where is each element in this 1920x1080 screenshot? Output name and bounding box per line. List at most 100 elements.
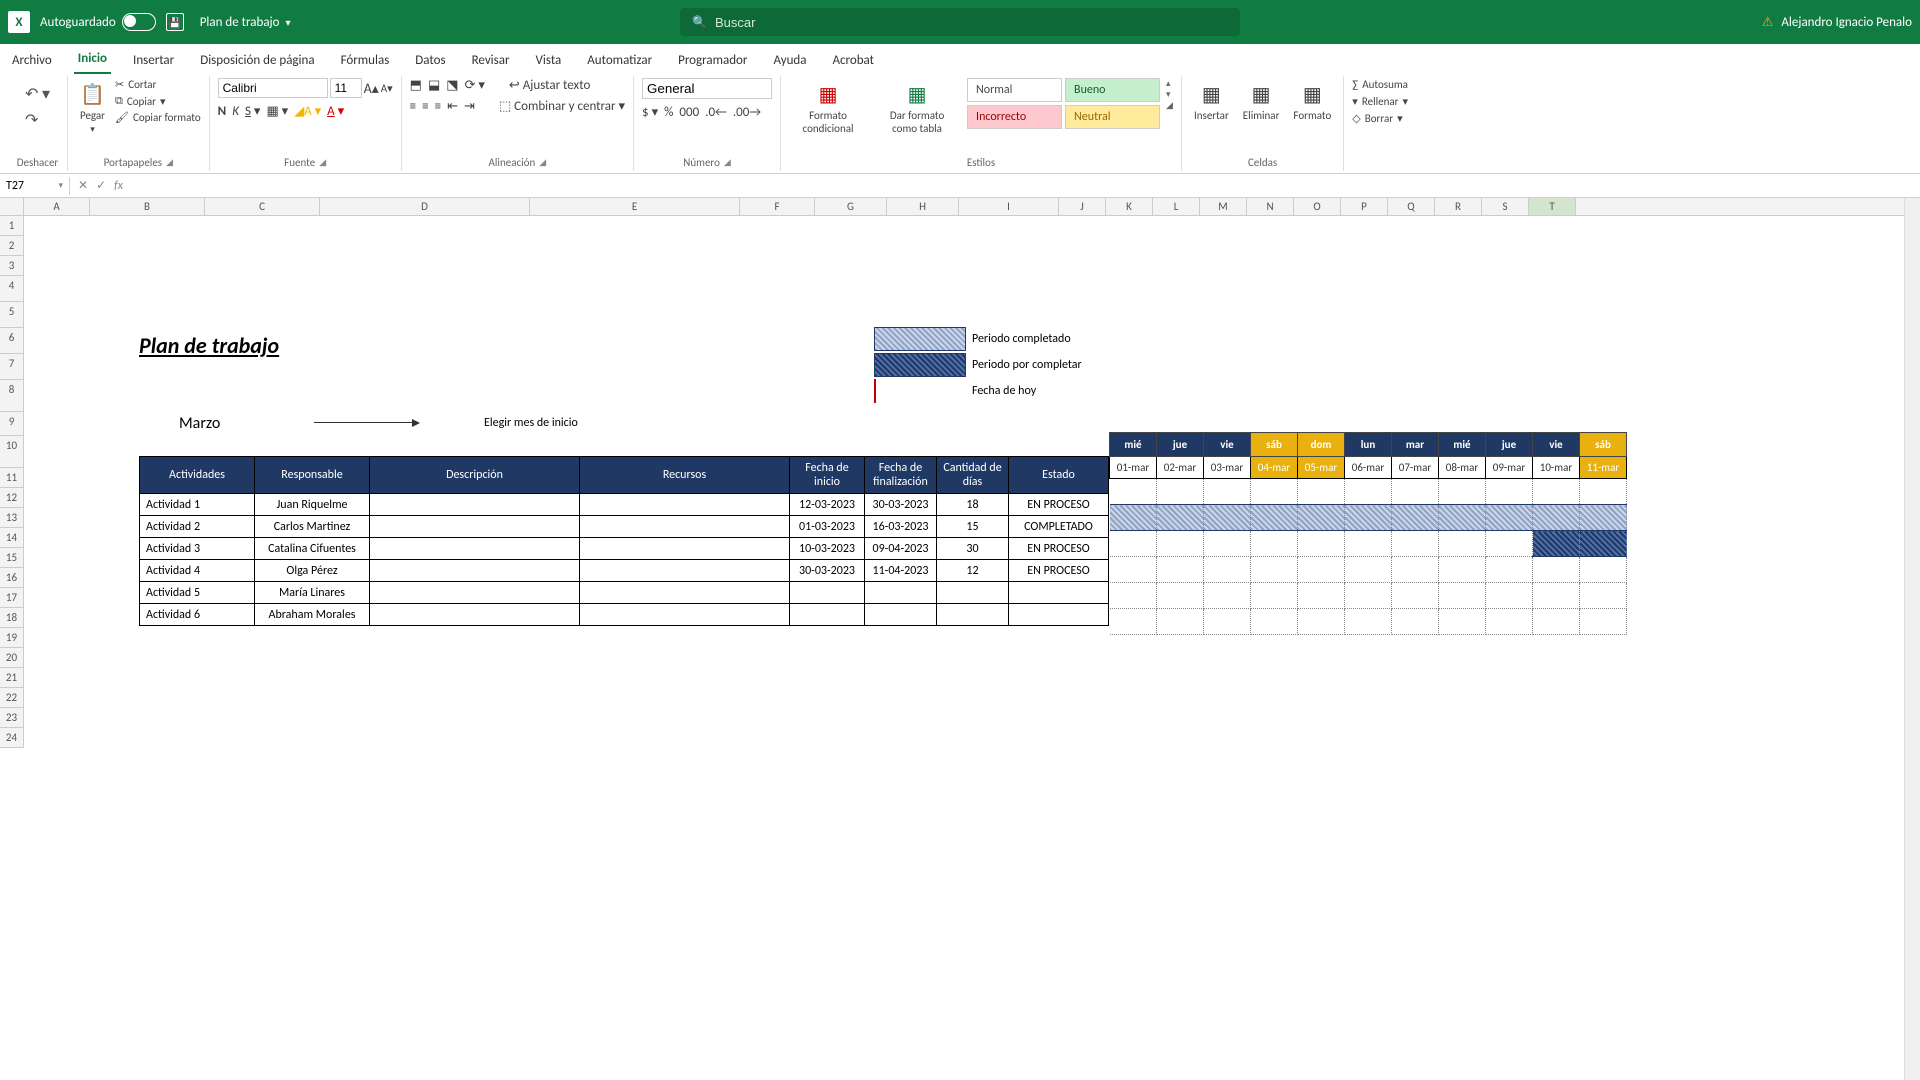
row-header-1[interactable]: 1 (0, 216, 24, 236)
search-input[interactable] (715, 15, 1228, 30)
row-header-3[interactable]: 3 (0, 256, 24, 276)
gantt-cell[interactable] (1392, 609, 1439, 635)
copy-button[interactable]: ⧉Copiar ▾ (115, 94, 201, 108)
gantt-cell[interactable] (1580, 479, 1627, 505)
borders-button[interactable]: ▦ ▾ (266, 104, 288, 119)
gantt-cell[interactable] (1251, 583, 1298, 609)
row-header-18[interactable]: 18 (0, 608, 24, 628)
cell-recursos[interactable] (580, 604, 790, 626)
decrease-font-button[interactable]: A▾ (381, 82, 393, 95)
align-bottom-button[interactable]: ⬔ (446, 78, 458, 93)
tab-automatizar[interactable]: Automatizar (583, 49, 656, 74)
cell-dias[interactable] (937, 604, 1009, 626)
cell-fecha-inicio[interactable]: 30-03-2023 (790, 560, 865, 582)
cell-responsable[interactable]: Juan Riquelme (255, 494, 370, 516)
row-header-6[interactable]: 6 (0, 328, 24, 354)
gantt-cell[interactable] (1251, 479, 1298, 505)
gantt-cell[interactable] (1580, 583, 1627, 609)
table-row[interactable]: Actividad 5María Linares (140, 582, 1109, 604)
row-header-15[interactable]: 15 (0, 548, 24, 568)
col-header-P[interactable]: P (1341, 198, 1388, 215)
format-as-table-button[interactable]: ▦Dar formato como tabla (873, 78, 961, 139)
row-header-19[interactable]: 19 (0, 628, 24, 648)
col-header-K[interactable]: K (1106, 198, 1153, 215)
gantt-cell[interactable] (1204, 583, 1251, 609)
fx-icon[interactable]: fx (114, 179, 123, 193)
clear-button[interactable]: ◇Borrar ▾ (1352, 112, 1402, 125)
cell-descripcion[interactable] (370, 560, 580, 582)
cell-responsable[interactable]: María Linares (255, 582, 370, 604)
row-header-17[interactable]: 17 (0, 588, 24, 608)
gantt-cell[interactable] (1110, 609, 1157, 635)
row-header-20[interactable]: 20 (0, 648, 24, 668)
gantt-cell[interactable] (1110, 531, 1157, 557)
cell-fecha-inicio[interactable]: 01-03-2023 (790, 516, 865, 538)
col-header-D[interactable]: D (320, 198, 530, 215)
tab-insertar[interactable]: Insertar (129, 49, 178, 74)
gantt-cell[interactable] (1298, 609, 1345, 635)
autosave-toggle[interactable] (122, 13, 156, 31)
row-header-16[interactable]: 16 (0, 568, 24, 588)
gantt-cell[interactable] (1298, 557, 1345, 583)
gantt-cell[interactable] (1110, 505, 1157, 531)
formula-input[interactable] (131, 177, 1920, 195)
cut-button[interactable]: ✂Cortar (115, 78, 201, 91)
style-neutral[interactable]: Neutral (1065, 105, 1160, 129)
font-name-select[interactable] (218, 78, 328, 98)
bold-button[interactable]: N (218, 104, 227, 119)
col-header-S[interactable]: S (1482, 198, 1529, 215)
increase-indent-button[interactable]: ⇥ (464, 99, 475, 114)
wrap-text-button[interactable]: ↩ Ajustar texto (509, 78, 590, 93)
gantt-cell[interactable] (1439, 583, 1486, 609)
gantt-cell[interactable] (1298, 505, 1345, 531)
chevron-down-icon[interactable]: ▾ (286, 16, 291, 29)
col-header-N[interactable]: N (1247, 198, 1294, 215)
gantt-cell[interactable] (1486, 479, 1533, 505)
row-header-5[interactable]: 5 (0, 302, 24, 328)
gantt-cell[interactable] (1251, 557, 1298, 583)
row-header-7[interactable]: 7 (0, 354, 24, 380)
tab-archivo[interactable]: Archivo (8, 49, 56, 74)
gantt-cell[interactable] (1251, 505, 1298, 531)
cell-dias[interactable]: 15 (937, 516, 1009, 538)
cancel-formula-icon[interactable]: ✕ (78, 178, 88, 193)
conditional-format-button[interactable]: ▦Formato condicional (789, 78, 867, 139)
align-left-button[interactable]: ≡ (410, 99, 416, 114)
gantt-cell[interactable] (1157, 479, 1204, 505)
gantt-cell[interactable] (1392, 583, 1439, 609)
col-header-A[interactable]: A (24, 198, 90, 215)
font-color-button[interactable]: A ▾ (327, 104, 344, 119)
accept-formula-icon[interactable]: ✓ (96, 178, 106, 193)
col-header-M[interactable]: M (1200, 198, 1247, 215)
row-header-2[interactable]: 2 (0, 236, 24, 256)
font-size-select[interactable] (330, 78, 362, 98)
gantt-cell[interactable] (1204, 505, 1251, 531)
align-right-button[interactable]: ≡ (435, 99, 441, 114)
gantt-cell[interactable] (1157, 557, 1204, 583)
currency-button[interactable]: $ ▾ (642, 105, 658, 120)
increase-decimal-button[interactable]: .0← (705, 105, 727, 120)
gantt-cell[interactable] (1251, 609, 1298, 635)
tab-fórmulas[interactable]: Fórmulas (337, 49, 394, 74)
cell-fecha-fin[interactable]: 09-04-2023 (865, 538, 937, 560)
gantt-cell[interactable] (1580, 531, 1627, 557)
cell-responsable[interactable]: Carlos Martinez (255, 516, 370, 538)
align-center-button[interactable]: ≡ (422, 99, 428, 114)
gantt-cell[interactable] (1345, 583, 1392, 609)
gantt-cell[interactable] (1486, 557, 1533, 583)
gantt-cell[interactable] (1110, 583, 1157, 609)
fill-button[interactable]: ▾Rellenar ▾ (1352, 95, 1408, 108)
col-header-G[interactable]: G (815, 198, 887, 215)
gantt-cell[interactable] (1345, 479, 1392, 505)
gantt-cell[interactable] (1533, 609, 1580, 635)
tab-inicio[interactable]: Inicio (74, 47, 111, 74)
search-box[interactable]: 🔍 (680, 8, 1240, 36)
col-header-C[interactable]: C (205, 198, 320, 215)
tab-ayuda[interactable]: Ayuda (769, 49, 810, 74)
cell-estado[interactable]: COMPLETADO (1009, 516, 1109, 538)
save-icon[interactable]: 💾 (166, 13, 184, 31)
table-row[interactable]: Actividad 1Juan Riquelme12-03-202330-03-… (140, 494, 1109, 516)
cell-styles-gallery[interactable]: Normal Bueno Incorrecto Neutral (967, 78, 1160, 129)
percent-button[interactable]: % (664, 105, 673, 120)
cell-recursos[interactable] (580, 560, 790, 582)
